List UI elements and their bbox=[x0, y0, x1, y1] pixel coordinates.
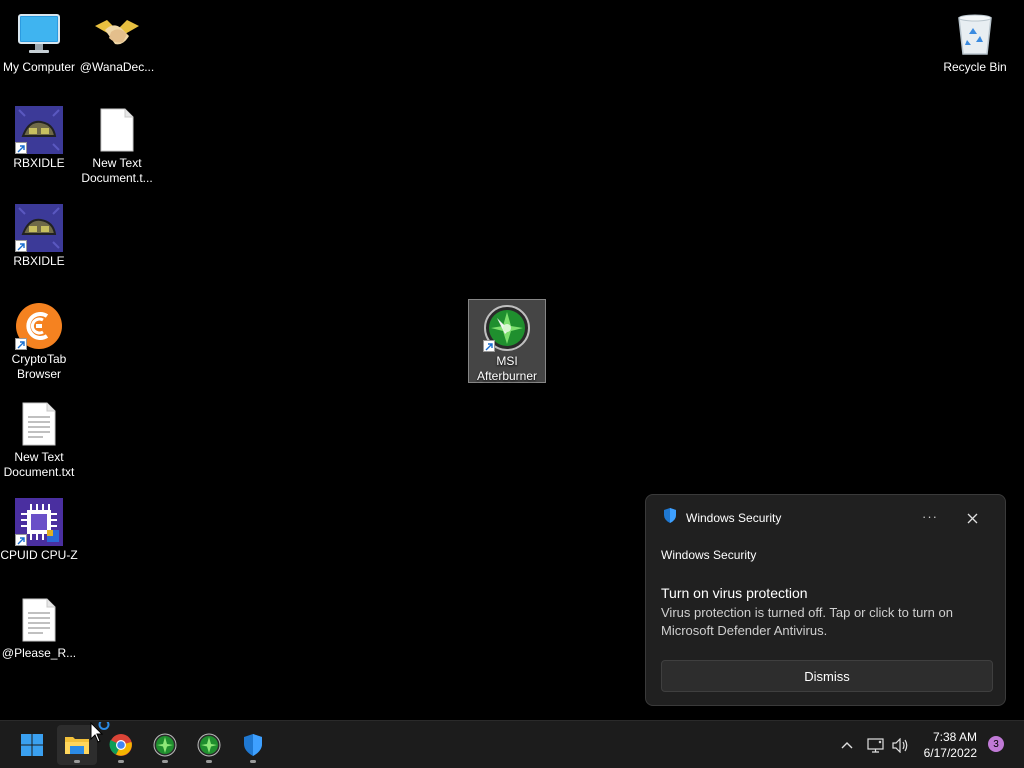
desktop-icon-label: RBXIDLE bbox=[13, 254, 65, 268]
shortcut-arrow-icon bbox=[15, 240, 27, 252]
notification-app-name: Windows Security bbox=[686, 511, 782, 525]
desktop-icon-label: My Computer bbox=[2, 60, 76, 74]
rbxidle-icon bbox=[15, 204, 63, 252]
clock[interactable]: 7:38 AM 6/17/2022 bbox=[924, 729, 977, 761]
running-indicator bbox=[162, 760, 168, 763]
new-text-document-2[interactable]: New Text Document.txt bbox=[0, 396, 78, 480]
close-icon bbox=[967, 513, 977, 523]
windows-logo-icon bbox=[21, 734, 43, 756]
msi-afterburner-icon bbox=[483, 304, 531, 352]
cpuz-shortcut[interactable]: CPUID CPU-Z bbox=[0, 494, 78, 563]
desktop-icon-label: New Text Document.t... bbox=[81, 156, 153, 185]
volume-button[interactable] bbox=[891, 735, 909, 755]
desktop-icon-label: RBXIDLE bbox=[13, 156, 65, 170]
chevron-up-icon bbox=[841, 742, 853, 749]
network-status-button[interactable] bbox=[866, 735, 884, 755]
running-indicator bbox=[250, 760, 256, 763]
shortcut-arrow-icon bbox=[15, 338, 27, 350]
please-read-document[interactable]: @Please_R... bbox=[0, 592, 78, 661]
msi-afterburner-icon bbox=[153, 733, 177, 757]
text-file-icon bbox=[15, 596, 63, 644]
show-hidden-icons-button[interactable] bbox=[839, 735, 855, 755]
more-options-button[interactable]: ··· bbox=[919, 507, 941, 529]
recycle-bin-icon bbox=[951, 10, 999, 58]
notification-message[interactable]: Virus protection is turned off. Tap or c… bbox=[661, 604, 997, 640]
taskbar-msi-afterburner-2[interactable] bbox=[189, 725, 229, 765]
wanadecryptor-icon-item[interactable]: @WanaDec... bbox=[78, 6, 156, 75]
running-indicator bbox=[74, 760, 80, 763]
rbxidle-icon bbox=[15, 106, 63, 154]
speaker-icon bbox=[891, 737, 907, 753]
desktop-icon-label: @Please_R... bbox=[1, 646, 77, 660]
taskbar-windows-security[interactable] bbox=[233, 725, 273, 765]
notification-source: Windows Security bbox=[661, 548, 757, 562]
new-text-document-1[interactable]: New Text Document.t... bbox=[78, 102, 156, 186]
desktop-icon-label: Recycle Bin bbox=[943, 60, 1007, 74]
msi-afterburner-shortcut[interactable]: MSI Afterburner bbox=[468, 299, 546, 383]
notification-title: Turn on virus protection bbox=[661, 585, 808, 601]
shortcut-arrow-icon bbox=[483, 340, 495, 352]
text-file-icon bbox=[93, 106, 141, 154]
my-computer-icon-item[interactable]: My Computer bbox=[0, 6, 78, 75]
shortcut-arrow-icon bbox=[15, 534, 27, 546]
windows-security-notification[interactable]: Windows Security ··· Windows Security Tu… bbox=[645, 494, 1006, 706]
start-button[interactable] bbox=[12, 725, 52, 765]
recycle-bin-icon-item[interactable]: Recycle Bin bbox=[936, 6, 1014, 75]
cryptotab-browser-shortcut[interactable]: CryptoTab Browser bbox=[0, 298, 78, 382]
clock-time: 7:38 AM bbox=[932, 730, 977, 744]
notification-count-badge[interactable]: 3 bbox=[988, 736, 1004, 752]
shortcut-arrow-icon bbox=[15, 142, 27, 154]
desktop-icon-label: CryptoTab Browser bbox=[11, 352, 67, 381]
desktop-icon-label: New Text Document.txt bbox=[3, 450, 75, 479]
dismiss-button[interactable]: Dismiss bbox=[661, 660, 993, 692]
folder-icon bbox=[65, 737, 89, 754]
msi-afterburner-icon bbox=[197, 733, 221, 757]
network-icon bbox=[866, 737, 884, 753]
close-notification-button[interactable] bbox=[963, 509, 981, 527]
desktop-icon-label: MSI Afterburner bbox=[476, 354, 538, 383]
notification-header: Windows Security ··· bbox=[662, 507, 991, 529]
shield-icon bbox=[662, 507, 678, 529]
desktop-icon-label: CPUID CPU-Z bbox=[0, 548, 78, 562]
cryptotab-icon bbox=[15, 302, 63, 350]
text-file-icon bbox=[15, 400, 63, 448]
desktop-icon-label: @WanaDec... bbox=[79, 60, 155, 74]
cpuz-icon bbox=[15, 498, 63, 546]
handshake-icon bbox=[93, 10, 141, 58]
rbxidle-shortcut[interactable]: RBXIDLE bbox=[0, 200, 78, 269]
mouse-cursor-icon bbox=[90, 719, 114, 746]
running-indicator bbox=[206, 760, 212, 763]
taskbar-msi-afterburner-1[interactable] bbox=[145, 725, 185, 765]
running-indicator bbox=[118, 760, 124, 763]
taskbar: 7:38 AM 6/17/2022 bbox=[0, 720, 1024, 768]
rbxidle-shortcut[interactable]: RBXIDLE bbox=[0, 102, 78, 171]
shield-icon bbox=[244, 734, 262, 756]
monitor-icon bbox=[15, 10, 63, 58]
clock-date: 6/17/2022 bbox=[923, 746, 977, 760]
